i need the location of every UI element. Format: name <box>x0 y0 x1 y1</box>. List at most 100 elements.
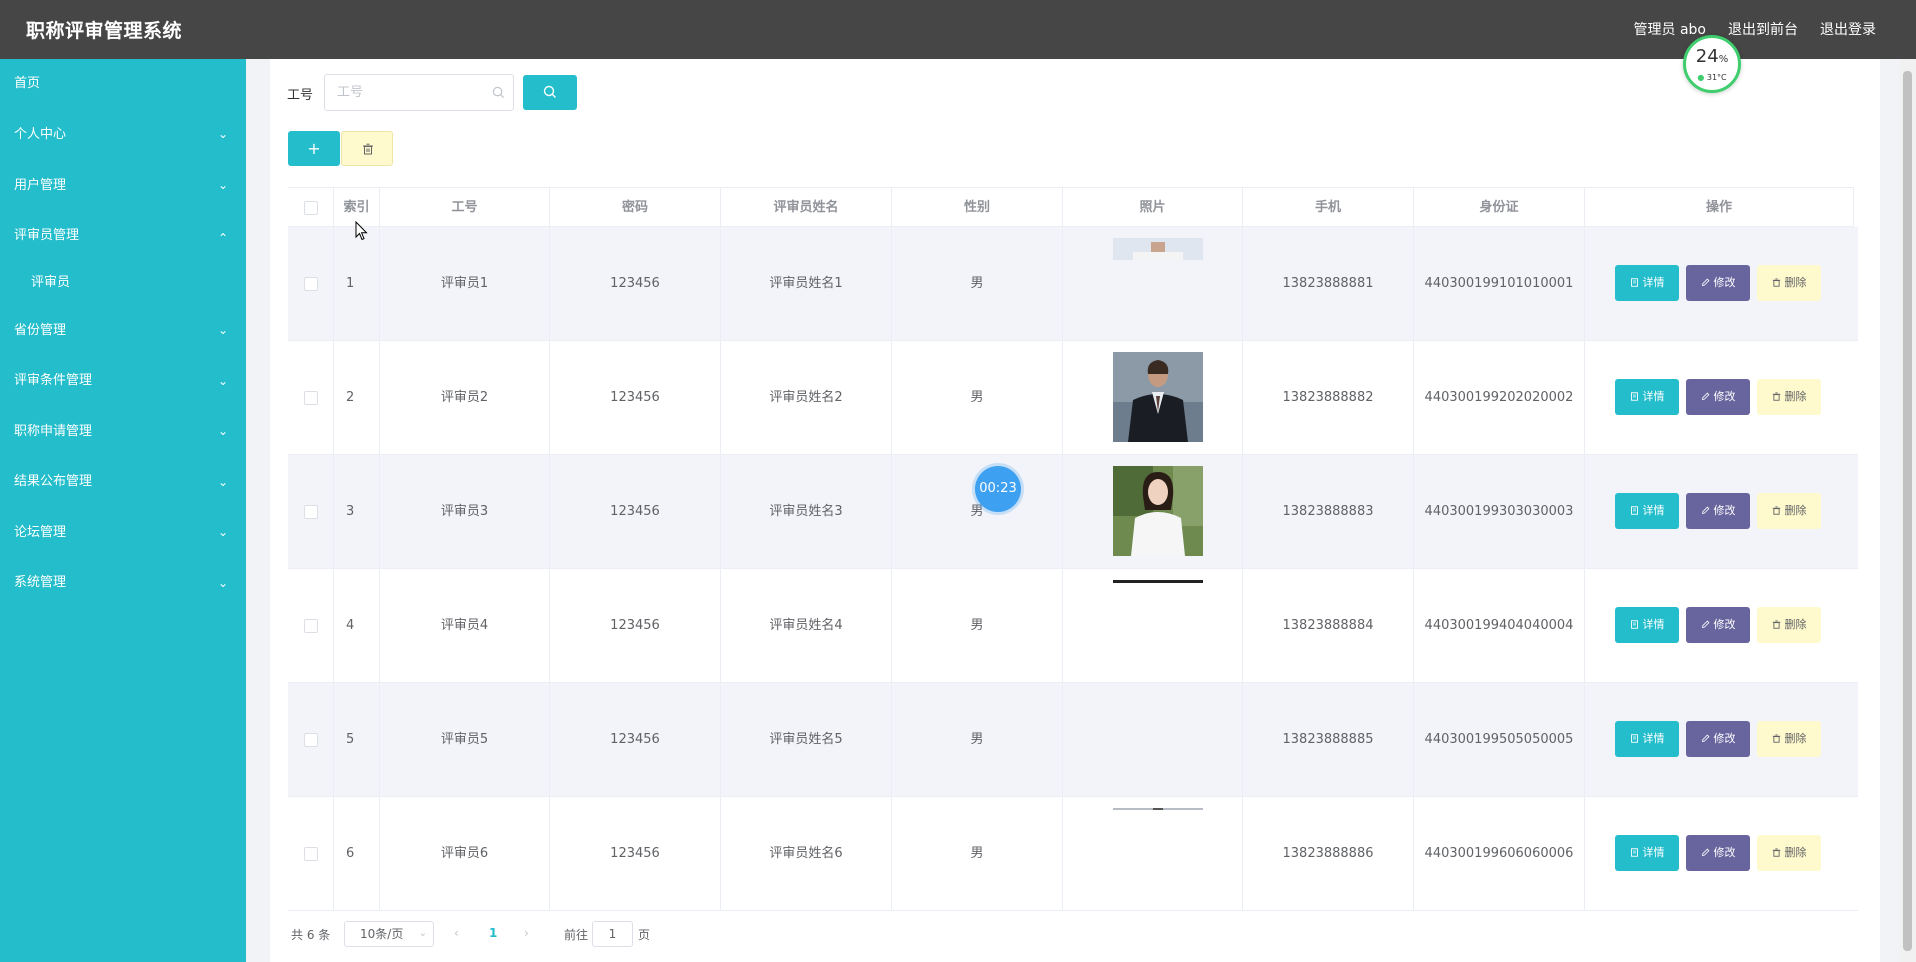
sidebar-item-home[interactable]: 首页 <box>0 59 246 109</box>
reviewer-photo[interactable] <box>1113 580 1203 670</box>
delete-button[interactable]: 删除 <box>1757 721 1821 757</box>
sidebar-item-users[interactable]: 用户管理 ⌄ <box>0 160 246 211</box>
edit-icon <box>1701 848 1709 857</box>
detail-button[interactable]: 详情 <box>1615 721 1679 757</box>
row-checkbox[interactable] <box>304 505 318 519</box>
trash-icon <box>1772 278 1780 287</box>
delete-button[interactable]: 删除 <box>1757 493 1821 529</box>
detail-label: 详情 <box>1642 618 1665 631</box>
header-id: 工号 <box>380 188 550 228</box>
scrollbar[interactable] <box>1900 59 1916 962</box>
detail-button[interactable]: 详情 <box>1615 265 1679 301</box>
delete-button[interactable]: 删除 <box>1757 607 1821 643</box>
sidebar-item-label: 结果公布管理 <box>14 474 93 489</box>
edit-button[interactable]: 修改 <box>1686 721 1750 757</box>
reviewer-photo[interactable] <box>1113 238 1203 328</box>
edit-label: 修改 <box>1713 846 1736 859</box>
cell-idcard: 440300199404040004 <box>1414 569 1585 683</box>
sidebar-item-provinces[interactable]: 省份管理 ⌄ <box>0 305 246 356</box>
cell-index: 6 <box>334 797 380 911</box>
row-checkbox[interactable] <box>304 733 318 747</box>
sidebar-item-system[interactable]: 系统管理 ⌄ <box>0 558 246 608</box>
row-checkbox[interactable] <box>304 619 318 633</box>
header-password: 密码 <box>550 188 721 228</box>
detail-button[interactable]: 详情 <box>1615 379 1679 415</box>
search-icon <box>543 85 556 98</box>
reviewer-photo[interactable] <box>1113 694 1203 784</box>
delete-button[interactable]: 删除 <box>1757 265 1821 301</box>
chevron-up-icon: ⌃ <box>217 231 228 245</box>
edit-button[interactable]: 修改 <box>1686 493 1750 529</box>
table-row[interactable]: 5 评审员5 123456 评审员姓名5 男 13823888885 44030019950… <box>288 683 1858 797</box>
detail-button[interactable]: 详情 <box>1615 835 1679 871</box>
page-number[interactable]: 1 <box>489 926 497 940</box>
table-row[interactable]: 2 评审员2 123456 评审员姓名2 男 13823888882 44030019920… <box>288 341 1858 455</box>
edit-button[interactable]: 修改 <box>1686 607 1750 643</box>
page-size-select[interactable]: 10条/页 ⌄ <box>344 921 434 947</box>
next-page-button[interactable]: › <box>524 926 529 940</box>
cell-photo <box>1063 797 1243 911</box>
logout-link[interactable]: 退出登录 <box>1820 19 1876 39</box>
reviewer-photo[interactable] <box>1113 808 1203 898</box>
cell-select <box>288 227 334 341</box>
delete-label: 删除 <box>1784 390 1807 403</box>
sidebar-item-reviewer[interactable]: 评审员 <box>0 261 246 305</box>
chevron-down-icon: ⌄ <box>217 127 228 141</box>
header-phone: 手机 <box>1243 188 1414 228</box>
prev-page-button[interactable]: ‹ <box>454 926 459 940</box>
cell-idcard: 440300199303030003 <box>1414 455 1585 569</box>
row-checkbox[interactable] <box>304 391 318 405</box>
edit-button[interactable]: 修改 <box>1686 379 1750 415</box>
top-header: 职称评审管理系统 管理员 abo 退出到前台 退出登录 <box>0 0 1916 59</box>
row-checkbox[interactable] <box>304 847 318 861</box>
trash-icon <box>1772 392 1780 401</box>
add-button[interactable]: + <box>288 131 340 166</box>
table-row[interactable]: 6 评审员6 123456 评审员姓名6 男 13823888886 44030019960… <box>288 797 1858 911</box>
timer-badge[interactable]: 00:23 <box>975 466 1021 512</box>
cell-phone: 13823888881 <box>1243 227 1414 341</box>
sidebar-item-label: 首页 <box>14 76 41 91</box>
sidebar-item-review-conditions[interactable]: 评审条件管理 ⌄ <box>0 356 246 406</box>
front-link[interactable]: 退出到前台 <box>1728 19 1798 39</box>
delete-button[interactable]: 删除 <box>1757 835 1821 871</box>
percent-sign: % <box>1718 54 1729 65</box>
row-checkbox[interactable] <box>304 277 318 291</box>
search-button[interactable] <box>523 75 577 110</box>
chevron-down-icon: ⌄ <box>418 928 427 939</box>
edit-button[interactable]: 修改 <box>1686 835 1750 871</box>
temperature-value: 31°C <box>1706 73 1727 82</box>
cell-gender: 男 <box>892 683 1063 797</box>
cpu-percent-value: 24 <box>1695 46 1719 67</box>
reviewer-photo[interactable] <box>1113 352 1203 442</box>
cell-actions: 详情 修改 删除 <box>1585 341 1858 455</box>
table-row[interactable]: 3 评审员3 123456 评审员姓名3 男 13823888883 44030019930… <box>288 455 1858 569</box>
sidebar-item-forum[interactable]: 论坛管理 ⌄ <box>0 507 246 558</box>
trash-icon <box>363 143 373 155</box>
table-row[interactable]: 1 评审员1 123456 评审员姓名1 男 13823888881 44030019910… <box>288 227 1858 341</box>
search-input[interactable] <box>325 75 513 110</box>
delete-button[interactable]: 删除 <box>1757 379 1821 415</box>
chevron-down-icon: ⌄ <box>217 374 228 388</box>
batch-delete-button[interactable] <box>341 131 393 166</box>
detail-button[interactable]: 详情 <box>1615 607 1679 643</box>
cell-actions: 详情 修改 删除 <box>1585 455 1858 569</box>
sidebar-item-personal-center[interactable]: 个人中心 ⌄ <box>0 109 246 160</box>
table-row[interactable]: 4 评审员4 123456 评审员姓名4 男 13823888884 44030019940… <box>288 569 1858 683</box>
system-monitor-widget[interactable]: 24% ● 31°C <box>1683 35 1741 93</box>
cell-name: 评审员姓名5 <box>721 683 892 797</box>
trash-icon <box>1772 734 1780 743</box>
goto-page-input[interactable] <box>592 921 633 947</box>
detail-button[interactable]: 详情 <box>1615 493 1679 529</box>
detail-label: 详情 <box>1642 390 1665 403</box>
cell-name: 评审员姓名6 <box>721 797 892 911</box>
reviewer-photo[interactable] <box>1113 466 1203 556</box>
sidebar-item-title-applications[interactable]: 职称申请管理 ⌄ <box>0 406 246 457</box>
cell-phone: 13823888886 <box>1243 797 1414 911</box>
select-all-checkbox[interactable] <box>304 201 318 215</box>
edit-button[interactable]: 修改 <box>1686 265 1750 301</box>
sidebar-item-results[interactable]: 结果公布管理 ⌄ <box>0 457 246 507</box>
scrollbar-thumb[interactable] <box>1903 71 1912 951</box>
sidebar-item-reviewer-management[interactable]: 评审员管理 ⌃ <box>0 211 246 261</box>
cell-id: 评审员2 <box>380 341 550 455</box>
cell-phone: 13823888884 <box>1243 569 1414 683</box>
